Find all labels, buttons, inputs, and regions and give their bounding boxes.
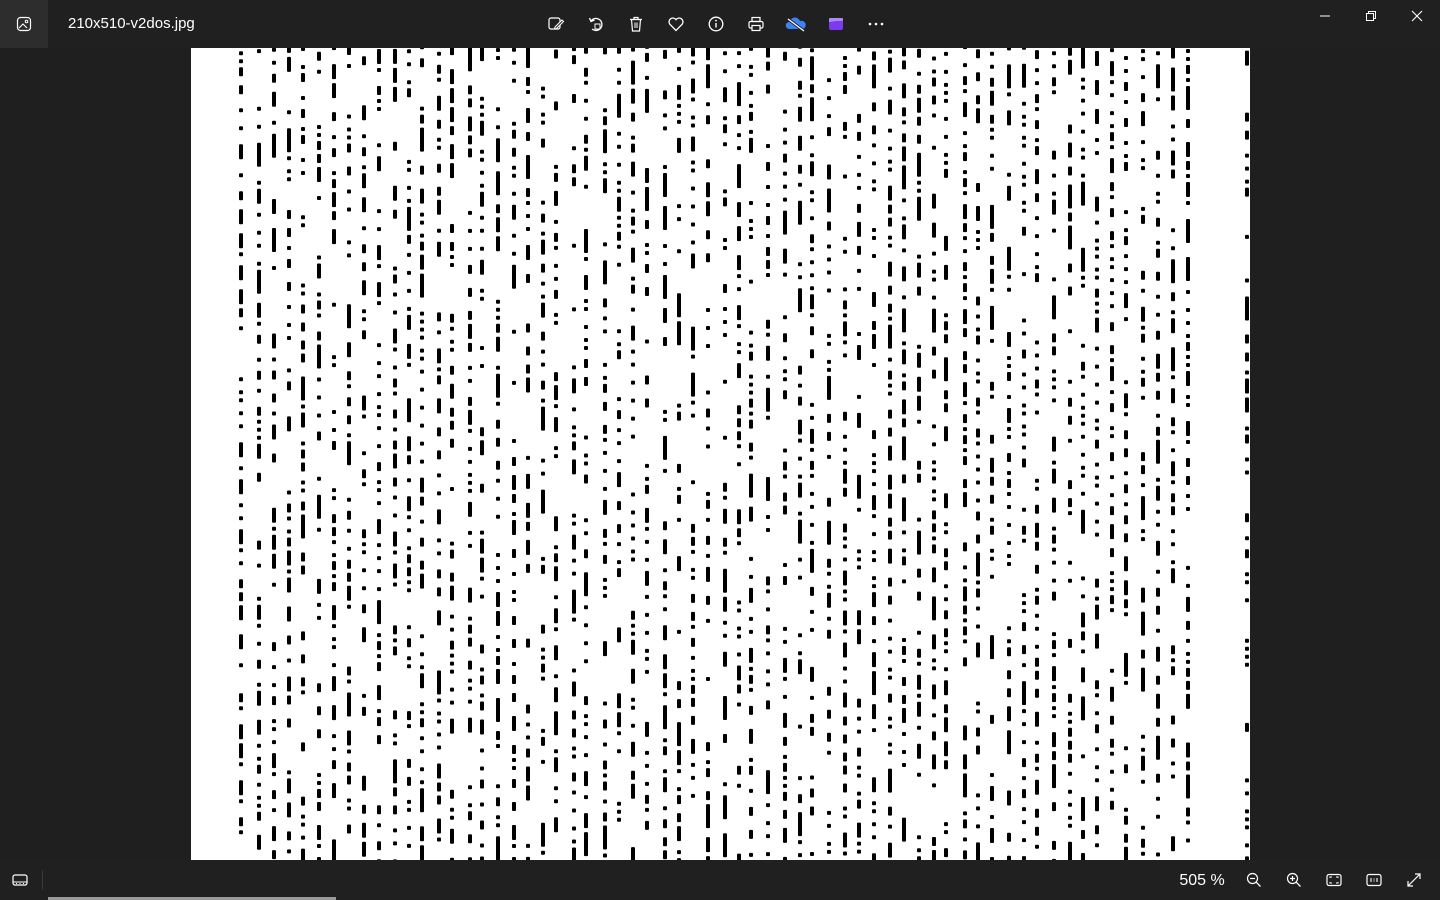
actual-size-icon [1366,873,1382,887]
minimize-button[interactable] [1302,0,1348,32]
favorite-icon [668,17,684,32]
actual-size-button[interactable] [1358,864,1390,896]
window-controls [1302,0,1440,32]
zoom-in-button[interactable] [1278,864,1310,896]
zoom-in-icon [1286,872,1301,887]
zoom-out-icon [1246,872,1261,887]
fullscreen-button[interactable] [1398,864,1430,896]
fullscreen-icon [1407,873,1421,887]
info-icon [708,16,724,32]
print-icon [748,16,764,32]
rotate-icon [588,17,603,32]
zoom-controls [1238,864,1430,896]
delete-icon [630,16,642,32]
clipchamp-icon [828,18,844,30]
edit-image-icon [548,17,565,30]
delete-button[interactable] [620,8,652,40]
restore-button[interactable] [1348,0,1394,32]
close-button[interactable] [1394,0,1440,32]
displayed-image[interactable] [191,48,1250,860]
filmstrip-icon [12,874,28,886]
rotate-button[interactable] [580,8,612,40]
restore-icon [1366,11,1376,21]
filmstrip-button[interactable] [4,864,36,896]
zoom-level-label[interactable]: 505 % [1172,872,1232,890]
more-options-button[interactable] [860,8,892,40]
info-button[interactable] [700,8,732,40]
dot-pattern-image [239,48,1249,860]
status-divider [42,870,43,890]
photos-app-icon [16,16,32,32]
minimize-icon [1320,15,1330,17]
file-name-title: 210x510-v2dos.jpg [68,15,195,32]
close-icon [1411,10,1423,22]
zoom-out-button[interactable] [1238,864,1270,896]
fit-to-window-button[interactable] [1318,864,1350,896]
image-canvas[interactable] [0,48,1440,860]
print-button[interactable] [740,8,772,40]
more-options-icon [868,22,884,26]
onedrive-icon [785,17,806,33]
favorite-button[interactable] [660,8,692,40]
onedrive-button[interactable] [780,8,812,40]
edit-image-button[interactable] [540,8,572,40]
title-bar: 210x510-v2dos.jpg [0,0,1440,48]
app-icon[interactable] [0,0,48,48]
clipchamp-button[interactable] [820,8,852,40]
fit-to-window-icon [1326,873,1342,887]
toolbar [540,8,892,40]
